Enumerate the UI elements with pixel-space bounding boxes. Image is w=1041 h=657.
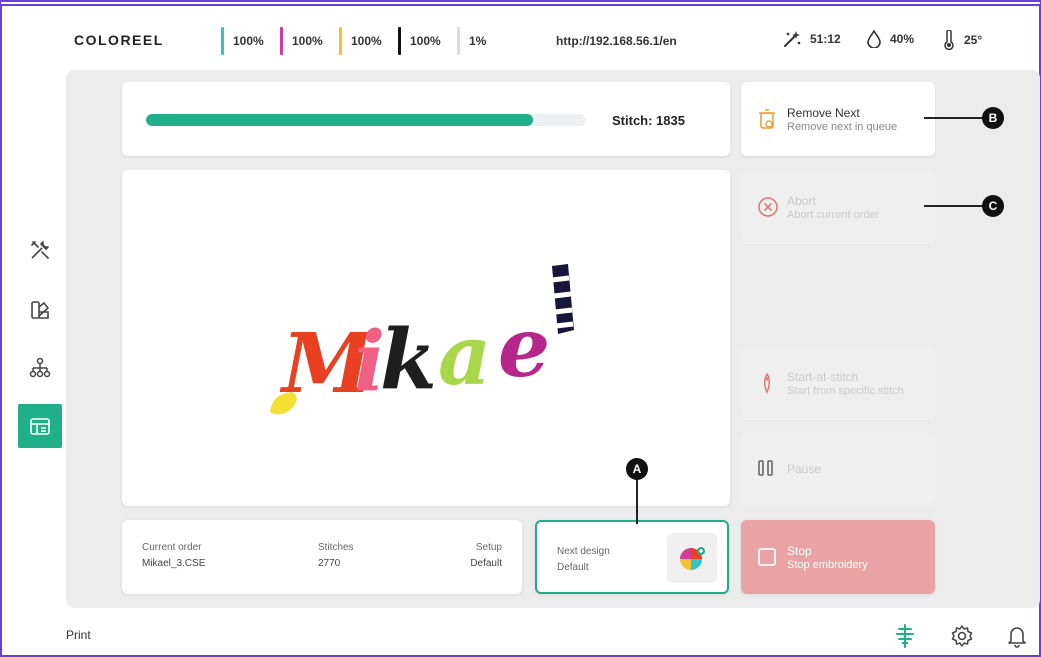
stitch-count: Stitch: 1835: [612, 113, 685, 128]
design-letter: e: [498, 300, 550, 396]
stitches-value: 2770: [318, 558, 341, 569]
current-order-label: Current order: [142, 542, 202, 553]
notifications-button[interactable]: [1006, 624, 1028, 653]
stitches-label: Stitches: [318, 542, 354, 553]
ink-bar-other: [457, 27, 460, 55]
stop-button[interactable]: Stop Stop embroidery: [741, 520, 935, 594]
time-status: 51:12: [782, 30, 841, 48]
design-letter: k: [380, 312, 437, 408]
stitch-progress-bar: [146, 114, 586, 126]
progress-card: Stitch: 1835: [122, 82, 730, 156]
ink-level-black: 100%: [398, 27, 441, 55]
droplet-icon: [867, 30, 881, 48]
current-order-value: Mikael_3.CSE: [142, 558, 206, 569]
thermometer-icon: [944, 30, 954, 50]
next-design-value: Default: [557, 562, 589, 573]
humidity-status: 40%: [866, 30, 914, 48]
sidebar-item-tools[interactable]: [18, 228, 62, 272]
embroidery-machine-icon: [30, 418, 50, 435]
print-label: Print: [66, 628, 91, 642]
stitches-column: Stitches 2770: [318, 540, 354, 572]
stitch-progress-fill: [146, 114, 534, 126]
ink-bar-black: [398, 27, 401, 55]
ink-level-yellow: 100%: [339, 27, 382, 55]
needle-icon: [757, 372, 777, 399]
start-at-stitch-subtitle: Start from specific stitch: [787, 385, 904, 397]
current-order-card: Current order Mikael_3.CSE Stitches 2770…: [122, 520, 522, 594]
start-at-stitch-button[interactable]: Start-at-stitch Start from specific stit…: [741, 346, 935, 420]
ink-level-magenta: 100%: [280, 27, 323, 55]
bell-icon: [1008, 627, 1026, 648]
callout-a: A: [626, 458, 648, 480]
next-design-label: Next design: [557, 546, 610, 557]
callout-b: B: [982, 107, 1004, 129]
sidebar-item-colors[interactable]: [18, 288, 62, 332]
temperature-status: 25°: [942, 30, 982, 50]
humidity-value: 40%: [890, 32, 915, 46]
remove-next-text: Remove Next Remove next in queue: [787, 106, 897, 134]
abort-subtitle: Abort current order: [787, 209, 880, 221]
tools-icon: [31, 241, 49, 259]
abort-text: Abort Abort current order: [787, 194, 879, 222]
ink-value: 100%: [233, 34, 264, 48]
ink-bar-magenta: [280, 27, 283, 55]
remove-next-button[interactable]: Remove Next Remove next in queue: [741, 82, 935, 156]
setup-column: Setup Default: [470, 540, 502, 572]
start-at-stitch-title: Start-at-stitch: [787, 370, 859, 384]
ink-level-other: 1%: [457, 27, 486, 55]
abort-icon: [757, 196, 779, 223]
setup-value: Default: [470, 558, 502, 569]
color-palette-icon: [31, 301, 49, 319]
stop-subtitle: Stop embroidery: [787, 559, 868, 571]
remove-next-subtitle: Remove next in queue: [787, 121, 898, 133]
abort-title: Abort: [787, 194, 816, 208]
ink-bar-yellow: [339, 27, 342, 55]
ink-value: 100%: [410, 34, 441, 48]
sidebar-item-network[interactable]: [18, 346, 62, 390]
stop-text: Stop Stop embroidery: [787, 544, 868, 572]
current-order-column: Current order Mikael_3.CSE: [142, 540, 205, 572]
callout-a-line: [636, 478, 638, 524]
ink-value: 1%: [469, 34, 487, 48]
pause-icon: [757, 460, 777, 481]
embroidery-design-image: M i k a e: [270, 264, 574, 415]
ink-value: 100%: [292, 34, 323, 48]
pause-button[interactable]: Pause: [741, 432, 935, 506]
next-design-thumbnail[interactable]: [667, 533, 717, 583]
wand-icon: [784, 31, 801, 47]
sidebar-item-machine[interactable]: [18, 404, 62, 448]
setup-label: Setup: [475, 542, 502, 553]
network-icon: [29, 357, 51, 378]
ink-value: 100%: [351, 34, 382, 48]
design-letter: a: [438, 308, 491, 404]
start-at-stitch-text: Start-at-stitch Start from specific stit…: [787, 370, 904, 398]
next-design-text: Next design Default: [557, 544, 610, 576]
pause-title: Pause: [787, 462, 822, 476]
stop-square-icon: [757, 547, 777, 572]
time-value: 51:12: [810, 32, 841, 46]
stop-title: Stop: [787, 544, 812, 558]
gear-icon: [951, 625, 973, 647]
temperature-value: 25°: [964, 33, 983, 47]
callout-c: C: [982, 195, 1004, 217]
machine-url[interactable]: http://192.168.56.1/en: [556, 34, 677, 48]
design-preview: M i k a e: [122, 170, 730, 506]
remove-next-title: Remove Next: [787, 106, 860, 120]
brand-logo: COLOREEL: [74, 32, 164, 48]
settings-button[interactable]: [950, 624, 974, 653]
color-swirl-icon: [680, 547, 705, 570]
next-design-card[interactable]: Next design Default: [535, 520, 729, 594]
machine-status-button[interactable]: [894, 624, 916, 653]
trash-queue-icon: [757, 108, 777, 135]
machine-status-icon: [896, 624, 914, 648]
callout-c-line: [924, 205, 984, 207]
ink-bar-cyan: [221, 27, 224, 55]
ink-level-cyan: 100%: [221, 27, 264, 55]
abort-button[interactable]: Abort Abort current order: [741, 170, 935, 244]
callout-b-line: [924, 117, 984, 119]
